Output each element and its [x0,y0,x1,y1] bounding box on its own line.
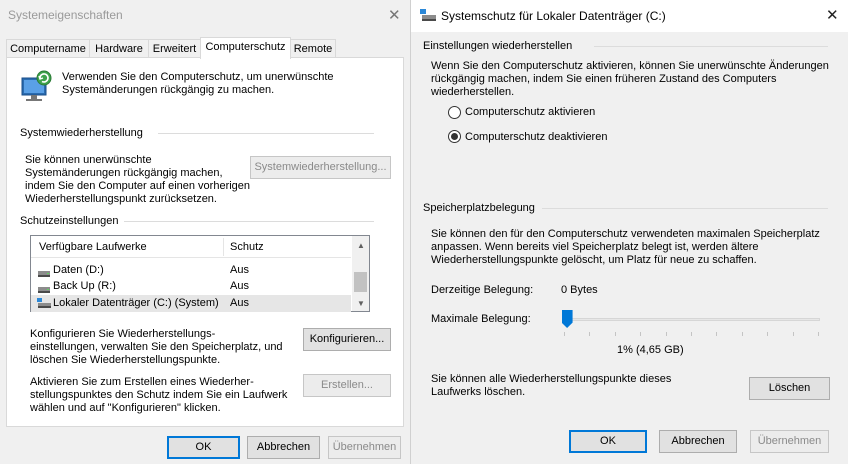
apply-button[interactable]: Übernehmen [750,430,829,453]
close-icon[interactable]: ✕ [388,8,401,23]
system-properties-dialog: Systemeigenschaften ✕ Computername Hardw… [0,0,410,464]
column-header-drives[interactable]: Verfügbare Laufwerke [39,241,147,254]
delete-text: Sie können alle Wiederherstellungspunkte… [431,373,672,385]
slider-tick [564,332,565,336]
restore-text-line: Sie können unerwünschte [25,154,152,166]
list-header: Verfügbare Laufwerke Schutz [31,236,351,258]
slider-tick [792,332,794,336]
radio-disable-protection[interactable] [448,130,461,143]
slider-tick [716,332,718,336]
current-usage-value: 0 Bytes [561,284,598,296]
drive-row-selected[interactable]: Lokaler Datenträger (C:) (System) Aus [31,295,351,312]
create-text-line: Aktivieren Sie zum Erstellen eines Wiede… [30,376,254,388]
drive-name: Lokaler Datenträger (C:) (System) [53,297,219,309]
cancel-button[interactable]: Abbrechen [247,436,320,459]
scroll-up-icon[interactable]: ▲ [357,241,365,250]
tab-computername[interactable]: Computername [6,39,90,58]
radio-enable-label[interactable]: Computerschutz aktivieren [465,106,595,119]
current-usage-label: Derzeitige Belegung: [431,284,534,296]
group-divider [542,208,828,209]
ok-button[interactable]: OK [167,436,240,459]
close-icon[interactable]: ✕ [826,8,839,23]
drives-list[interactable]: Verfügbare Laufwerke Schutz Daten (D:) A… [30,235,370,312]
computer-protection-icon [21,70,52,101]
scroll-thumb[interactable] [354,272,367,292]
system-drive-icon [37,298,51,309]
configure-button[interactable]: Konfigurieren... [303,328,391,351]
tab-erweitert[interactable]: Erweitert [148,39,201,58]
configure-text-line: Konfigurieren Sie Wiederherstellungs- [30,328,216,340]
restore-text-line: indem Sie den Computer auf einen vorheri… [25,180,251,192]
radio-disable-label[interactable]: Computerschutz deaktivieren [465,131,607,144]
restore-settings-text: Wenn Sie den Computerschutz aktivieren, … [431,60,829,72]
max-usage-slider-track[interactable] [562,318,820,321]
drive-status: Aus [230,297,249,309]
delete-button[interactable]: Löschen [749,377,830,400]
create-text-line: stellungspunktes den Schutz indem Sie ei… [30,389,288,401]
title-bar: Systemschutz für Lokaler Datenträger (C:… [411,0,848,32]
restore-text-line: Wiederherstellungspunkt zurücksetzen. [25,193,217,205]
scroll-down-icon[interactable]: ▼ [357,299,365,308]
configure-text-line: löschen Sie Wiederherstellungspunkte. [30,354,221,366]
protection-heading: Schutzeinstellungen [20,215,119,227]
column-divider [223,238,224,256]
drive-status: Aus [230,280,249,292]
drive-name: Back Up (R:) [53,280,116,292]
storage-text: Sie können den für den Computerschutz ve… [431,228,820,240]
group-divider [158,133,374,134]
delete-text: Laufwerks löschen. [431,386,526,398]
drive-name: Daten (D:) [53,264,104,276]
slider-tick [589,332,591,336]
max-usage-value: 1% (4,65 GB) [617,344,684,356]
radio-enable-protection[interactable] [448,106,461,119]
slider-tick [818,332,819,336]
create-text-line: wählen und auf "Konfigurieren" klicken. [30,402,221,414]
system-restore-button[interactable]: Systemwiederherstellung... [250,156,391,179]
tab-remote[interactable]: Remote [290,39,336,58]
storage-text: Wiederherstellungspunkte gelöscht, um Pl… [431,254,757,266]
slider-tick [741,332,743,336]
group-divider [124,221,374,222]
restore-text-line: Systemänderungen rückgängig machen, [25,167,223,179]
drive-row[interactable]: Back Up (R:) Aus [31,278,351,295]
slider-tick [640,332,642,336]
slider-tick [665,332,667,336]
group-divider [594,46,828,47]
drive-row[interactable]: Daten (D:) Aus [31,262,351,279]
create-button[interactable]: Erstellen... [303,374,391,397]
drive-status: Aus [230,264,249,276]
drive-icon [38,283,50,293]
configure-text-line: einstellungen, verwalten Sie den Speiche… [30,341,283,353]
apply-button[interactable]: Übernehmen [328,436,401,459]
storage-text: anpassen. Wenn bereits viel Speicherplat… [431,241,759,253]
intro-text-line1: Verwenden Sie den Computerschutz, um une… [62,71,334,83]
restore-settings-text: wiederherstellen. [431,86,515,98]
tab-computerschutz[interactable]: Computerschutz [200,37,291,59]
system-protection-icon [420,9,436,22]
storage-heading: Speicherplatzbelegung [423,202,535,214]
drive-icon [38,267,50,277]
slider-tick [691,332,692,336]
slider-tick [767,332,769,336]
cancel-button[interactable]: Abbrechen [659,430,737,453]
ok-button[interactable]: OK [569,430,647,453]
restore-settings-text: rückgängig machen, indem Sie einen frühe… [431,73,777,85]
intro-text-line2: Systemänderungen rückgängig zu machen. [62,84,275,96]
group-divider [411,407,829,408]
window-title: Systemeigenschaften [8,8,123,22]
column-header-protection[interactable]: Schutz [230,241,264,254]
restore-heading: Systemwiederherstellung [20,127,143,139]
slider-tick [614,332,616,336]
restore-settings-heading: Einstellungen wiederherstellen [423,40,573,52]
list-scrollbar[interactable]: ▲ ▼ [352,236,369,311]
max-usage-label: Maximale Belegung: [431,313,531,325]
title-bar: Systemeigenschaften ✕ [0,0,410,32]
window-title: Systemschutz für Lokaler Datenträger (C:… [441,9,666,23]
system-protection-dialog: Systemschutz für Lokaler Datenträger (C:… [410,0,848,464]
tab-hardware[interactable]: Hardware [89,39,149,58]
